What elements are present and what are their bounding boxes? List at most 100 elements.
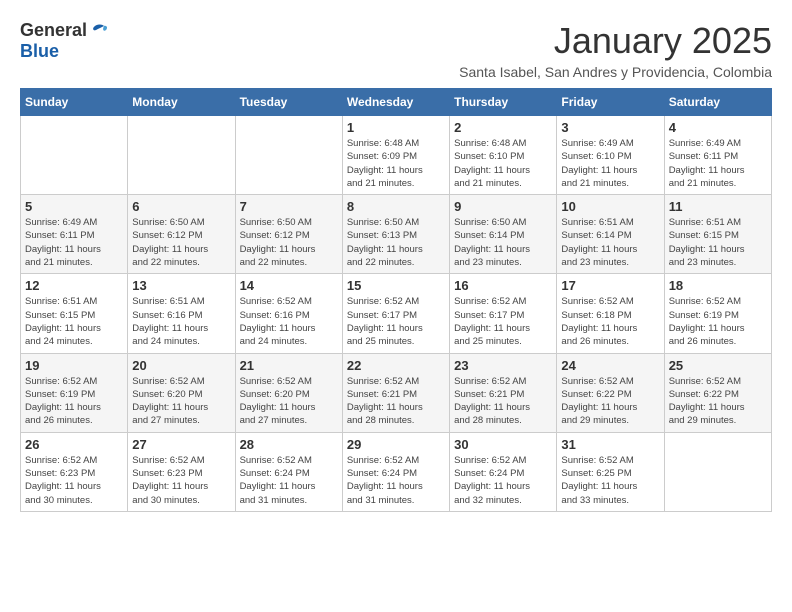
day-cell: 20 Sunrise: 6:52 AM Sunset: 6:20 PM Dayli… [128, 353, 235, 432]
day-cell: 12 Sunrise: 6:51 AM Sunset: 6:15 PM Dayli… [21, 274, 128, 353]
day-cell [21, 116, 128, 195]
day-number: 6 [132, 199, 230, 214]
day-number: 22 [347, 358, 445, 373]
day-cell: 22 Sunrise: 6:52 AM Sunset: 6:21 PM Dayli… [342, 353, 449, 432]
day-info: Sunrise: 6:51 AM Sunset: 6:14 PM Dayligh… [561, 216, 659, 269]
day-number: 11 [669, 199, 767, 214]
day-number: 21 [240, 358, 338, 373]
week-row-4: 19 Sunrise: 6:52 AM Sunset: 6:19 PM Dayli… [21, 353, 772, 432]
day-info: Sunrise: 6:49 AM Sunset: 6:11 PM Dayligh… [25, 216, 123, 269]
day-cell [664, 432, 771, 511]
logo: General Blue [20, 20, 109, 62]
day-number: 13 [132, 278, 230, 293]
day-number: 16 [454, 278, 552, 293]
header-cell-tuesday: Tuesday [235, 89, 342, 116]
day-cell: 29 Sunrise: 6:52 AM Sunset: 6:24 PM Dayli… [342, 432, 449, 511]
calendar-header: SundayMondayTuesdayWednesdayThursdayFrid… [21, 89, 772, 116]
day-info: Sunrise: 6:52 AM Sunset: 6:22 PM Dayligh… [669, 375, 767, 428]
day-info: Sunrise: 6:50 AM Sunset: 6:14 PM Dayligh… [454, 216, 552, 269]
day-cell: 25 Sunrise: 6:52 AM Sunset: 6:22 PM Dayli… [664, 353, 771, 432]
day-number: 17 [561, 278, 659, 293]
day-cell: 8 Sunrise: 6:50 AM Sunset: 6:13 PM Daylig… [342, 195, 449, 274]
day-number: 18 [669, 278, 767, 293]
day-info: Sunrise: 6:52 AM Sunset: 6:18 PM Dayligh… [561, 295, 659, 348]
day-info: Sunrise: 6:52 AM Sunset: 6:23 PM Dayligh… [132, 454, 230, 507]
day-info: Sunrise: 6:52 AM Sunset: 6:19 PM Dayligh… [25, 375, 123, 428]
day-number: 5 [25, 199, 123, 214]
day-cell: 27 Sunrise: 6:52 AM Sunset: 6:23 PM Dayli… [128, 432, 235, 511]
header-cell-monday: Monday [128, 89, 235, 116]
day-cell: 31 Sunrise: 6:52 AM Sunset: 6:25 PM Dayli… [557, 432, 664, 511]
header-cell-friday: Friday [557, 89, 664, 116]
day-number: 2 [454, 120, 552, 135]
day-info: Sunrise: 6:52 AM Sunset: 6:23 PM Dayligh… [25, 454, 123, 507]
day-cell: 15 Sunrise: 6:52 AM Sunset: 6:17 PM Dayli… [342, 274, 449, 353]
logo-general: General [20, 20, 87, 41]
day-info: Sunrise: 6:52 AM Sunset: 6:21 PM Dayligh… [347, 375, 445, 428]
day-cell: 11Sunrise: 6:51 AM Sunset: 6:15 PM Dayli… [664, 195, 771, 274]
day-info: Sunrise: 6:48 AM Sunset: 6:09 PM Dayligh… [347, 137, 445, 190]
day-cell [235, 116, 342, 195]
day-cell: 19 Sunrise: 6:52 AM Sunset: 6:19 PM Dayli… [21, 353, 128, 432]
day-number: 20 [132, 358, 230, 373]
day-number: 25 [669, 358, 767, 373]
day-info: Sunrise: 6:52 AM Sunset: 6:24 PM Dayligh… [347, 454, 445, 507]
day-number: 15 [347, 278, 445, 293]
day-number: 29 [347, 437, 445, 452]
day-cell: 30 Sunrise: 6:52 AM Sunset: 6:24 PM Dayli… [450, 432, 557, 511]
header-cell-wednesday: Wednesday [342, 89, 449, 116]
day-info: Sunrise: 6:49 AM Sunset: 6:10 PM Dayligh… [561, 137, 659, 190]
day-number: 28 [240, 437, 338, 452]
day-cell: 10 Sunrise: 6:51 AM Sunset: 6:14 PM Dayli… [557, 195, 664, 274]
day-cell: 6 Sunrise: 6:50 AM Sunset: 6:12 PM Daylig… [128, 195, 235, 274]
day-info: Sunrise: 6:48 AM Sunset: 6:10 PM Dayligh… [454, 137, 552, 190]
day-info: Sunrise: 6:52 AM Sunset: 6:21 PM Dayligh… [454, 375, 552, 428]
calendar-table: SundayMondayTuesdayWednesdayThursdayFrid… [20, 88, 772, 512]
day-cell: 14 Sunrise: 6:52 AM Sunset: 6:16 PM Dayli… [235, 274, 342, 353]
day-number: 23 [454, 358, 552, 373]
week-row-1: 1 Sunrise: 6:48 AM Sunset: 6:09 PM Daylig… [21, 116, 772, 195]
day-info: Sunrise: 6:52 AM Sunset: 6:22 PM Dayligh… [561, 375, 659, 428]
day-info: Sunrise: 6:52 AM Sunset: 6:17 PM Dayligh… [347, 295, 445, 348]
week-row-5: 26Sunrise: 6:52 AM Sunset: 6:23 PM Dayli… [21, 432, 772, 511]
calendar-body: 1 Sunrise: 6:48 AM Sunset: 6:09 PM Daylig… [21, 116, 772, 512]
day-cell: 23 Sunrise: 6:52 AM Sunset: 6:21 PM Dayli… [450, 353, 557, 432]
day-number: 30 [454, 437, 552, 452]
day-number: 9 [454, 199, 552, 214]
day-info: Sunrise: 6:52 AM Sunset: 6:25 PM Dayligh… [561, 454, 659, 507]
day-info: Sunrise: 6:52 AM Sunset: 6:16 PM Dayligh… [240, 295, 338, 348]
day-info: Sunrise: 6:51 AM Sunset: 6:15 PM Dayligh… [25, 295, 123, 348]
week-row-3: 12 Sunrise: 6:51 AM Sunset: 6:15 PM Dayli… [21, 274, 772, 353]
day-info: Sunrise: 6:51 AM Sunset: 6:16 PM Dayligh… [132, 295, 230, 348]
day-number: 3 [561, 120, 659, 135]
day-number: 1 [347, 120, 445, 135]
day-info: Sunrise: 6:52 AM Sunset: 6:24 PM Dayligh… [454, 454, 552, 507]
header-cell-thursday: Thursday [450, 89, 557, 116]
day-number: 27 [132, 437, 230, 452]
day-cell: 2 Sunrise: 6:48 AM Sunset: 6:10 PM Daylig… [450, 116, 557, 195]
day-number: 7 [240, 199, 338, 214]
day-number: 8 [347, 199, 445, 214]
day-info: Sunrise: 6:49 AM Sunset: 6:11 PM Dayligh… [669, 137, 767, 190]
page-header: General Blue January 2025 Santa Isabel, … [20, 20, 772, 80]
day-number: 12 [25, 278, 123, 293]
header-row: SundayMondayTuesdayWednesdayThursdayFrid… [21, 89, 772, 116]
day-cell: 18Sunrise: 6:52 AM Sunset: 6:19 PM Dayli… [664, 274, 771, 353]
day-info: Sunrise: 6:50 AM Sunset: 6:13 PM Dayligh… [347, 216, 445, 269]
day-info: Sunrise: 6:50 AM Sunset: 6:12 PM Dayligh… [132, 216, 230, 269]
day-number: 10 [561, 199, 659, 214]
day-info: Sunrise: 6:50 AM Sunset: 6:12 PM Dayligh… [240, 216, 338, 269]
title-section: January 2025 Santa Isabel, San Andres y … [459, 20, 772, 80]
day-number: 14 [240, 278, 338, 293]
day-number: 24 [561, 358, 659, 373]
logo-blue: Blue [20, 41, 59, 61]
day-number: 19 [25, 358, 123, 373]
day-info: Sunrise: 6:52 AM Sunset: 6:20 PM Dayligh… [132, 375, 230, 428]
day-cell: 24 Sunrise: 6:52 AM Sunset: 6:22 PM Dayli… [557, 353, 664, 432]
day-cell: 4 Sunrise: 6:49 AM Sunset: 6:11 PM Daylig… [664, 116, 771, 195]
day-number: 31 [561, 437, 659, 452]
day-cell: 3 Sunrise: 6:49 AM Sunset: 6:10 PM Daylig… [557, 116, 664, 195]
day-cell: 16Sunrise: 6:52 AM Sunset: 6:17 PM Dayli… [450, 274, 557, 353]
day-cell: 7 Sunrise: 6:50 AM Sunset: 6:12 PM Daylig… [235, 195, 342, 274]
day-number: 4 [669, 120, 767, 135]
